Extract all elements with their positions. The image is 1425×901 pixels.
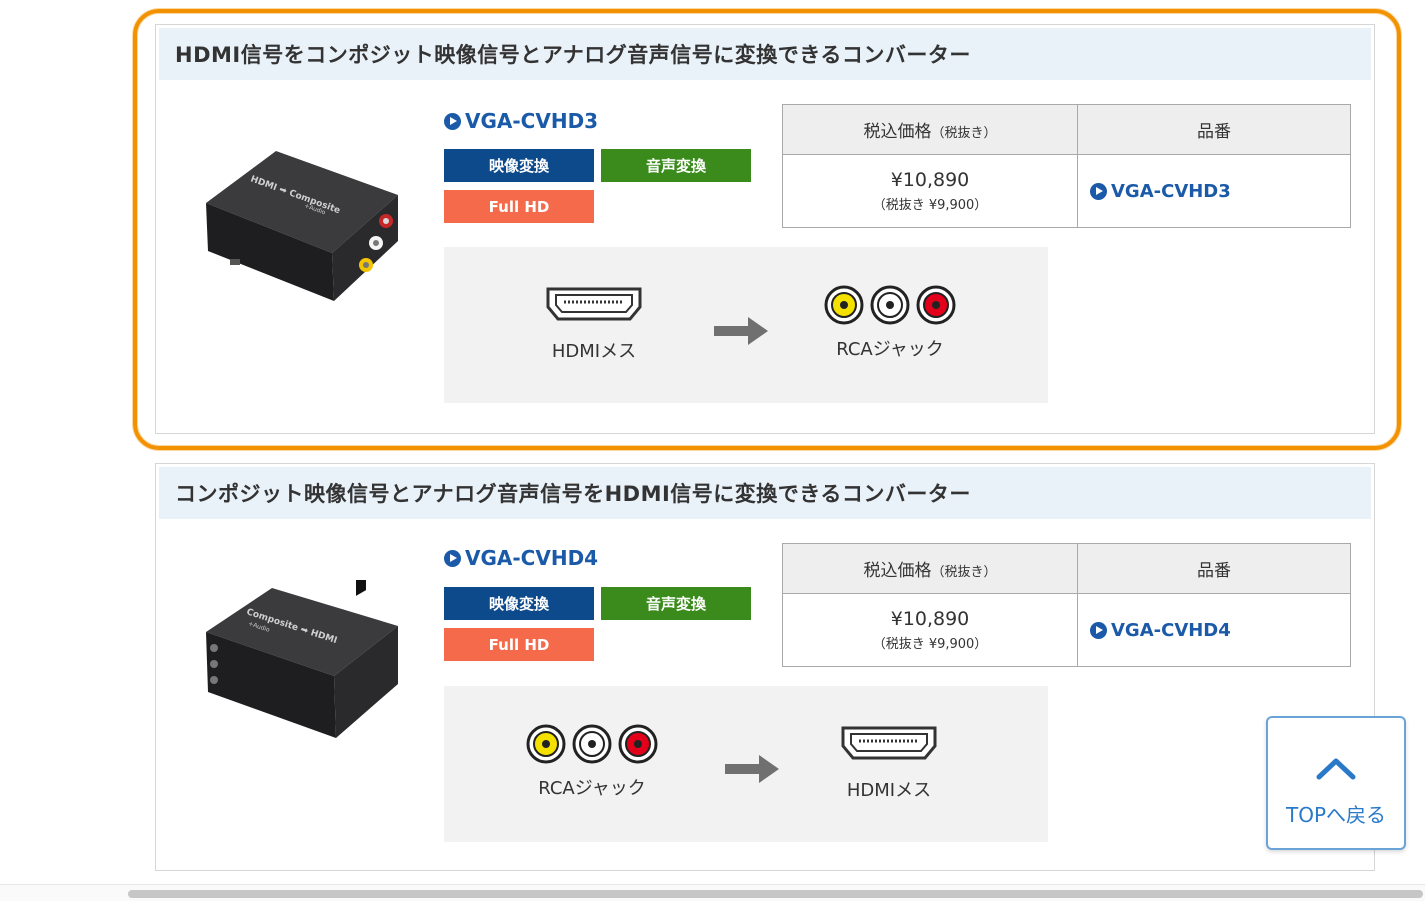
to-label: HDMIメス	[846, 780, 932, 801]
price-cell: ¥10,890 （税抜き ¥9,900）	[782, 593, 1078, 667]
rca-yellow-icon	[526, 724, 566, 764]
tag-full-hd: Full HD	[444, 628, 594, 661]
chevron-up-icon	[1316, 758, 1356, 780]
play-circle-icon	[1090, 621, 1107, 639]
code-link-cvhd4[interactable]: VGA-CVHD4	[1090, 620, 1231, 641]
price-header: 税込価格（税抜き）	[782, 543, 1078, 594]
model-name: VGA-CVHD4	[465, 546, 599, 570]
rca-white-icon	[572, 724, 612, 764]
product-photo-cvhd4: Composite ➡ HDMI +Audio	[206, 580, 398, 738]
back-to-top-button[interactable]: TOPへ戻る	[1266, 716, 1406, 850]
product-card-cvhd4: コンポジット映像信号とアナログ音声信号をHDMI信号に変換できるコンバーター C…	[155, 463, 1375, 871]
horizontal-scrollbar[interactable]	[0, 884, 1425, 901]
price-incl-tax: ¥10,890	[890, 608, 970, 630]
output-connector: HDMIメス	[834, 724, 944, 802]
tag-audio-conversion: 音声変換	[601, 587, 751, 620]
code-cell: VGA-CVHD4	[1077, 593, 1351, 667]
product-heading: コンポジット映像信号とアナログ音声信号をHDMI信号に変換できるコンバーター	[159, 467, 1371, 519]
input-connector: RCAジャック	[516, 724, 668, 800]
from-label: RCAジャック	[538, 778, 646, 799]
highlight-frame	[133, 9, 1401, 450]
back-to-top-label: TOPへ戻る	[1285, 803, 1387, 827]
code-header: 品番	[1077, 543, 1351, 594]
hdmi-port-icon	[841, 726, 937, 760]
connection-diagram-cvhd4: RCAジャック HDMIメス	[444, 686, 1048, 842]
spec-table-cvhd4: 税込価格（税抜き） 品番 ¥10,890 （税抜き ¥9,900） VGA-CV…	[782, 543, 1351, 667]
arrow-right-icon	[725, 755, 779, 783]
price-excl-tax: （税抜き ¥9,900）	[872, 637, 988, 652]
scrollbar-thumb[interactable]	[128, 890, 1423, 898]
code-text: VGA-CVHD4	[1111, 619, 1231, 641]
tag-video-conversion: 映像変換	[444, 587, 594, 620]
play-circle-icon	[444, 549, 461, 567]
model-link-cvhd4[interactable]: VGA-CVHD4	[444, 546, 598, 570]
rca-red-icon	[618, 724, 658, 764]
